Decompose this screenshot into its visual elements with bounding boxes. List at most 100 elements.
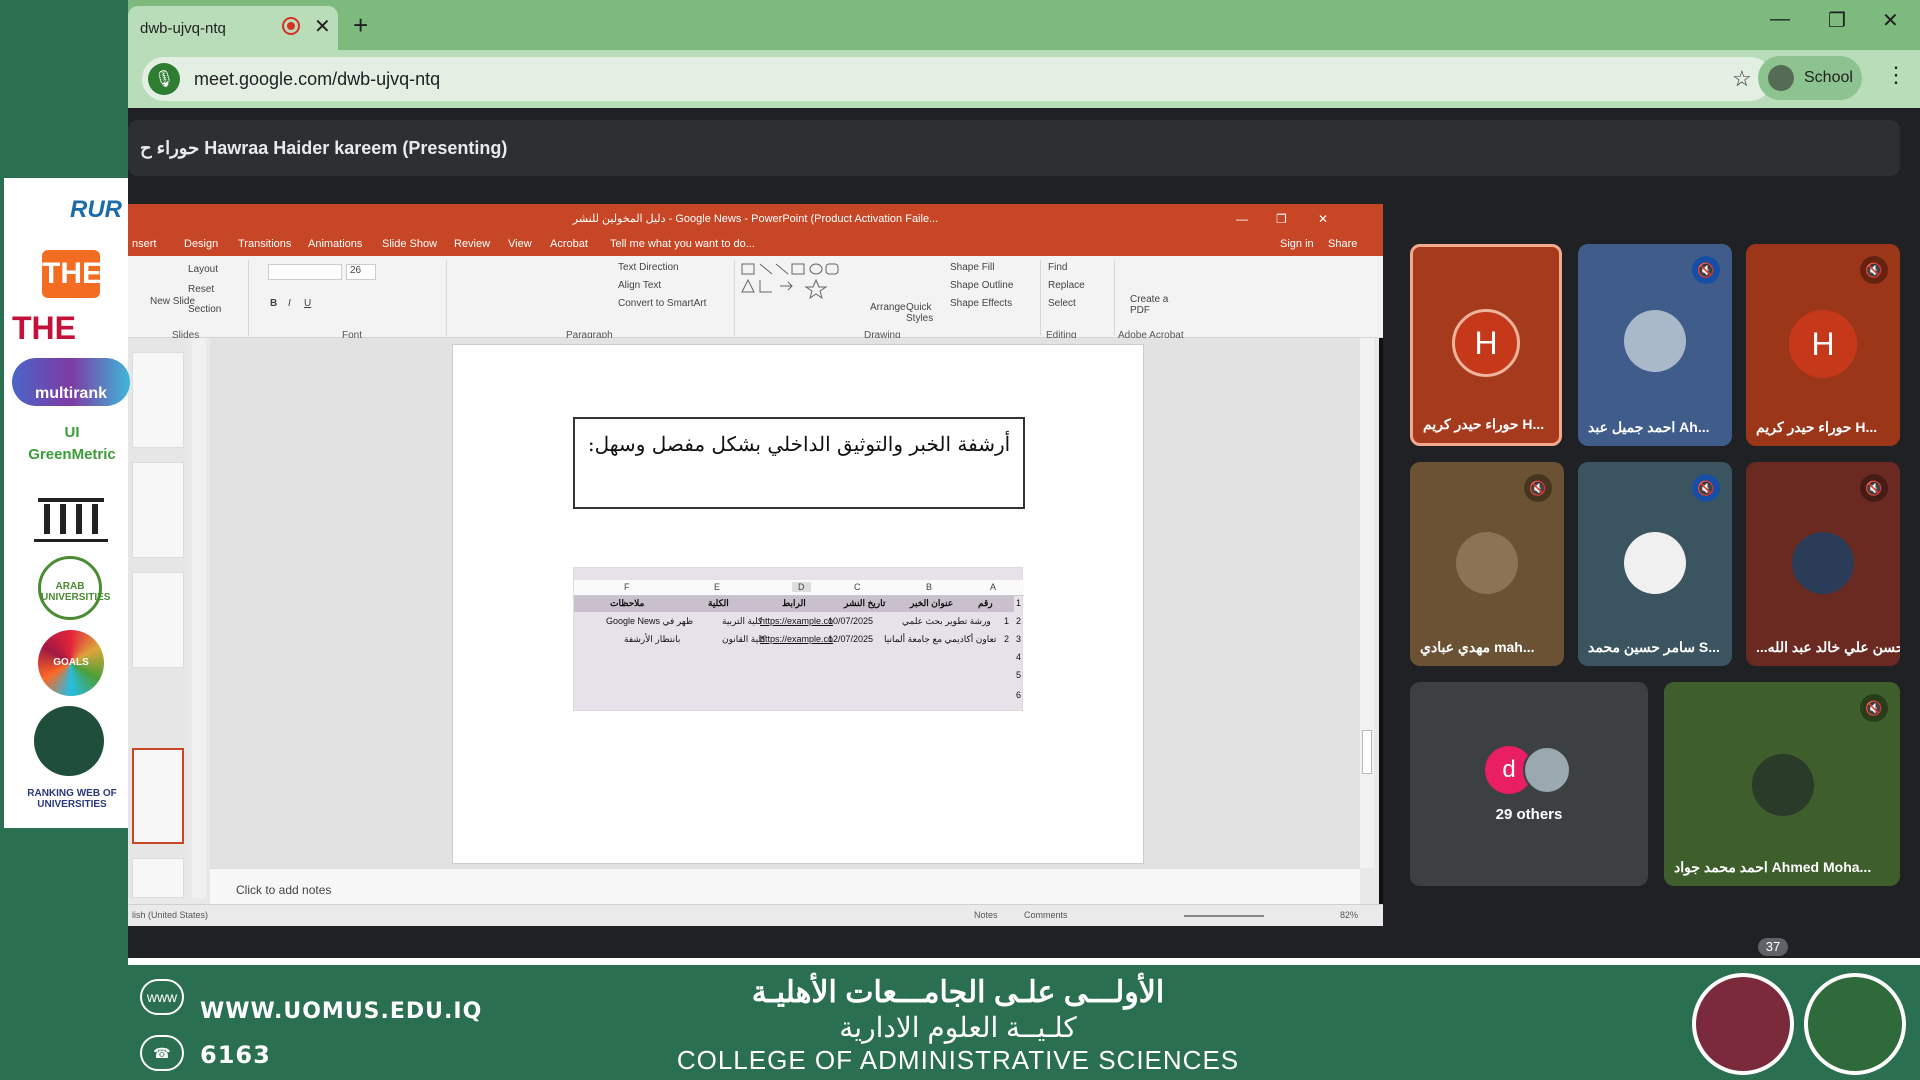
webometrics-logo: RANKING WEB OF UNIVERSITIES [27,788,117,810]
comments-toggle[interactable]: Comments [1024,910,1068,920]
share-button[interactable]: Share [1328,238,1357,250]
url-text: meet.google.com/dwb-ujvq-ntq [194,68,441,89]
tell-me-box[interactable]: Tell me what you want to do... [610,238,755,250]
slide[interactable]: أرشفة الخبر والتوثيق الداخلي بشكل مفصل و… [452,344,1144,864]
address-bar[interactable]: 🎙 meet.google.com/dwb-ujvq-ntq ☆ [142,57,1772,101]
college-name-arabic: كلـيــة العلوم الادارية [839,1012,1077,1043]
mic-off-icon: 🔇 [1860,474,1888,502]
minimize-icon[interactable]: — [1770,8,1790,31]
restore-icon[interactable]: ❐ [1276,204,1287,234]
participant-tile-3[interactable]: 🔇 H حوراء حيدر كريم H... [1746,244,1900,446]
phone-text: 6163 [200,1041,271,1069]
ppt-menu-bar: nsert Design Transitions Animations Slid… [128,234,1383,256]
cell: 10/07/2025 [828,616,874,626]
recording-icon [282,17,300,35]
avatar [1624,532,1686,594]
participant-tile-6[interactable]: 🔇 ...حسن علي خالد عبد الله [1746,462,1900,666]
menu-animations[interactable]: Animations [308,238,362,250]
convert-smartart-button[interactable]: Convert to SmartArt [618,298,706,309]
new-tab-icon[interactable]: + [353,10,368,41]
shape-fill-button[interactable]: Shape Fill [950,262,994,273]
shape-effects-button[interactable]: Shape Effects [950,298,1012,309]
avatar [1752,754,1814,816]
ppt-title: دليل المخولين للنشر - Google News - Powe… [572,213,939,225]
font-name-box[interactable] [268,264,342,280]
participant-name: مهدي عبادي mah... [1420,639,1535,655]
arab-universities-logo: ARAB UNIVERSITIES [38,556,110,620]
slide-thumbnail[interactable] [132,572,184,668]
profile-button[interactable]: School [1758,56,1862,100]
slide-heading[interactable]: أرشفة الخبر والتوثيق الداخلي بشكل مفصل و… [573,417,1025,509]
menu-acrobat[interactable]: Acrobat [550,238,588,250]
participant-tile-5[interactable]: 🔇 سامر حسين محمد S... [1578,462,1732,666]
mic-off-icon: 🔇 [1860,256,1888,284]
slide-thumbnail[interactable] [132,352,184,448]
sign-in-link[interactable]: Sign in [1280,238,1314,250]
notes-toggle[interactable]: Notes [974,910,998,920]
bookmark-star-icon[interactable]: ☆ [1732,66,1752,92]
menu-insert[interactable]: nsert [132,238,156,250]
participant-tile-1[interactable]: H حوراء حيدر كريم H... [1410,244,1562,446]
participant-name: احمد جميل عبد Ah... [1588,419,1710,435]
slide-thumbnail[interactable] [132,462,184,558]
participant-name: حوراء حيدر كريم H... [1423,416,1545,432]
others-tile[interactable]: d 29 others [1410,682,1648,886]
shape-outline-button[interactable]: Shape Outline [950,280,1013,291]
align-text-button[interactable]: Align Text [618,280,661,291]
participant-tile-2[interactable]: 🔇 احمد جميل عبد Ah... [1578,244,1732,446]
reset-button[interactable]: Reset [188,284,214,295]
close-tab-icon[interactable]: ✕ [314,14,331,39]
quick-styles-button[interactable]: Quick Styles [906,302,942,324]
cell: بانتظار الأرشفة [624,634,681,644]
ui-greenmetric-logo: UI GreenMetric [28,424,116,463]
select-button[interactable]: Select [1048,298,1076,309]
slide-scrollbar[interactable] [1360,338,1374,868]
find-button[interactable]: Find [1048,262,1067,273]
link-cell[interactable]: https://example.co [760,634,833,644]
menu-transitions[interactable]: Transitions [238,238,291,250]
zoom-level[interactable]: 82% [1340,910,1358,920]
the-logo: THE [42,250,102,298]
zoom-slider[interactable] [1184,915,1264,917]
presenter-name: حوراء ح Hawraa Haider kareem (Presenting… [140,137,508,158]
font-size-box[interactable]: 26 [346,264,376,280]
restore-icon[interactable]: ❐ [1828,8,1846,33]
create-pdf-button[interactable]: Create a PDF [1130,294,1170,316]
participant-count-badge[interactable]: 37 [1758,938,1788,956]
browser-menu-icon[interactable]: ⋮ [1885,62,1907,88]
minimize-icon[interactable]: — [1236,204,1248,234]
meet-tab[interactable]: dwb-ujvq-ntq ✕ [128,6,338,50]
close-icon[interactable]: ✕ [1318,204,1328,234]
notes-pane[interactable]: Click to add notes [210,868,1360,904]
mic-off-icon: 🔇 [1860,694,1888,722]
embedded-spreadsheet[interactable]: F E D C B A ملاحظات الكلية الرابط تاريخ … [573,567,1024,711]
rankings-logo-panel: RUR THE THE multirank UI GreenMetric ARA… [4,178,130,828]
menu-view[interactable]: View [508,238,532,250]
thumbnail-scrollbar[interactable] [192,338,206,898]
italic-button[interactable]: I [288,298,291,309]
link-cell[interactable]: https://example.co [760,616,833,626]
replace-button[interactable]: Replace [1048,280,1085,291]
avatar [1792,532,1854,594]
mic-off-icon: 🔇 [1692,256,1720,284]
section-button[interactable]: Section [188,304,221,315]
cell: تعاون أكاديمي مع جامعة ألمانيا [884,634,997,644]
slide-thumbnail[interactable] [132,858,184,898]
close-window-icon[interactable]: ✕ [1882,8,1899,33]
text-direction-button[interactable]: Text Direction [618,262,679,273]
underline-button[interactable]: U [304,298,311,309]
menu-review[interactable]: Review [454,238,490,250]
participant-tile-4[interactable]: 🔇 مهدي عبادي mah... [1410,462,1564,666]
slide-thumbnail-selected[interactable] [132,748,184,844]
menu-slideshow[interactable]: Slide Show [382,238,437,250]
participant-tile-8[interactable]: 🔇 احمد محمد جواد Ahmed Moha... [1664,682,1900,886]
bold-button[interactable]: B [270,298,277,309]
university-name-arabic: الأولـــى علـى الجامـــعات الأهليـة [751,976,1165,1009]
menu-design[interactable]: Design [184,238,218,250]
shapes-gallery[interactable] [740,262,840,306]
arrange-button[interactable]: Arrange [870,302,906,313]
layout-button[interactable]: Layout [188,264,218,275]
college-seal-logo [1804,973,1906,1075]
mic-site-icon[interactable]: 🎙 [148,63,180,95]
university-footer: www WWW.UOMUS.EDU.IQ ☎ 6163 الأولـــى عل… [128,965,1920,1080]
